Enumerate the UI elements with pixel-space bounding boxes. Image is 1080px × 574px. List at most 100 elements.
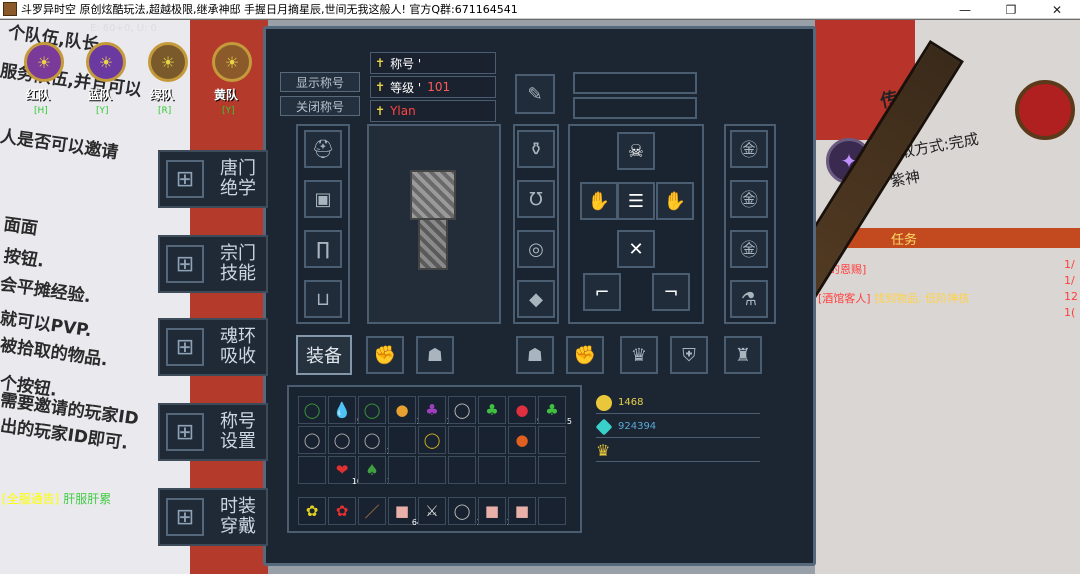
right-arm-bone-slot-icon[interactable]: ✋ [656, 182, 694, 220]
helmet-slot-icon[interactable]: ⛑ [304, 130, 342, 168]
hotbar-slot[interactable] [538, 497, 566, 525]
boots-slot-icon[interactable]: ⊔ [304, 280, 342, 318]
potion-icon: 💧 [332, 401, 352, 419]
inventory-slot[interactable] [388, 426, 416, 454]
inventory-slot[interactable] [538, 426, 566, 454]
side-menu-button[interactable]: ⊞ 宗门 技能 [158, 235, 268, 293]
crown-icon: ♛ [596, 441, 611, 460]
title-row: ✝ 称号 ' [370, 52, 496, 74]
token-slot-3-icon[interactable]: ㊎ [730, 230, 768, 268]
gold-value: 1468 [618, 397, 644, 408]
crown-slot-icon[interactable]: ♛ [620, 336, 658, 374]
inventory-slot[interactable]: ♣ [478, 396, 506, 424]
inventory-slot[interactable] [508, 456, 536, 484]
inventory-slot[interactable]: ◯ [418, 426, 446, 454]
inventory-slot[interactable]: ● [508, 426, 536, 454]
side-menu-button[interactable]: ⊞ 时装 穿戴 [158, 488, 268, 546]
level-row: ✝ 等级 ' 101 [370, 76, 496, 98]
inventory-slot[interactable] [298, 456, 326, 484]
left-arm-bone-slot-icon[interactable]: ✋ [580, 182, 618, 220]
scepter-gem-icon [1015, 80, 1075, 140]
chestplate-slot-icon[interactable]: ▣ [304, 180, 342, 218]
inventory-slot[interactable]: 💧5 [328, 396, 362, 426]
inventory-slot[interactable] [538, 456, 566, 484]
robe-slot-icon[interactable]: ♜ [724, 336, 762, 374]
inventory-slot[interactable]: ♠3 [358, 456, 392, 486]
show-title-button[interactable]: 显示称号 [280, 72, 360, 92]
inventory-slot[interactable]: ♣ 5 [538, 396, 572, 426]
player-model-torso [410, 170, 456, 220]
torso-bone-slot-icon[interactable]: ☰ [617, 182, 655, 220]
info-box-1 [573, 72, 697, 94]
inventory-slot[interactable]: ◯ [298, 396, 326, 424]
hotbar-slot[interactable]: ■ 64 [388, 497, 422, 527]
inventory-slot[interactable] [478, 456, 506, 484]
token-slot-1-icon[interactable]: ㊎ [730, 130, 768, 168]
team-badge-icon[interactable]: ☀ [86, 42, 126, 82]
inventory-slot[interactable]: ♣2 [418, 396, 452, 426]
team-badge-icon[interactable]: ☀ [24, 42, 64, 82]
hotbar-slot[interactable]: ◯2 [448, 497, 482, 527]
flask-slot-icon[interactable]: ⚗ [730, 280, 768, 318]
title-star-icon: ✝ [375, 56, 386, 70]
pelvis-bone-slot-icon[interactable]: ✕ [617, 230, 655, 268]
heart-box-icon: ❤ [335, 461, 349, 479]
inventory-slot[interactable]: ◯ [448, 396, 476, 424]
fist-slot-icon[interactable]: ✊ [366, 336, 404, 374]
hotbar-slot[interactable]: ／ [358, 497, 386, 525]
berry-icon: ● [515, 401, 529, 419]
quest-progress-count: 1/ [1064, 258, 1075, 271]
plus-square-icon: ⊞ [166, 245, 204, 283]
syringe-slot-icon[interactable]: ✎ [515, 74, 555, 114]
window-title: 斗罗异时空 原创炫酷玩法,超越极限,继承神邸 手握日月摘星辰,世间无我这般人! … [21, 3, 518, 16]
inventory-slot[interactable]: ●5 [508, 396, 542, 426]
leggings-slot-icon[interactable]: ∏ [304, 230, 342, 268]
mask-slot-icon[interactable]: ☗ [416, 336, 454, 374]
level-value: 101 [427, 80, 451, 94]
team-badge-icon[interactable]: ☀ [148, 42, 188, 82]
hotbar-slot[interactable]: ■2 [478, 497, 512, 527]
side-menu-button[interactable]: ⊞ 魂环 吸收 [158, 318, 268, 376]
gauntlet-slot-icon[interactable]: ✊ [566, 336, 604, 374]
clover-icon: ♣ [485, 401, 499, 419]
ring-icon: ◯ [303, 431, 321, 449]
inventory-slot[interactable]: ◯ [358, 396, 386, 424]
token-slot-2-icon[interactable]: ㊎ [730, 180, 768, 218]
inventory-slot[interactable]: ❤ 10 [328, 456, 362, 486]
inventory-slot[interactable]: ◯ [328, 426, 356, 454]
skull-slot-icon[interactable]: ☠ [617, 132, 655, 170]
hotbar-slot[interactable]: ⚔ [418, 497, 446, 525]
right-leg-bone-slot-icon[interactable]: ¬ [652, 273, 690, 311]
hotbar-slot[interactable]: ✿ [328, 497, 356, 525]
chat-broadcast: [全服通告] 肝服肝累 [2, 490, 111, 507]
team-label: 绿队 [150, 88, 175, 102]
inventory-slot[interactable] [478, 426, 506, 454]
inventory-slot[interactable] [388, 456, 416, 484]
close-button[interactable]: ✕ [1034, 0, 1080, 19]
flower-icon: ✿ [305, 502, 319, 520]
hood-slot-icon[interactable]: ☗ [516, 336, 554, 374]
gem-slot-icon[interactable]: ◆ [517, 280, 555, 318]
ring-icon: ◯ [453, 502, 471, 520]
side-menu-button[interactable]: ⊞ 称号 设置 [158, 403, 268, 461]
minimize-button[interactable]: — [942, 0, 988, 19]
maximize-button[interactable]: ❐ [988, 0, 1034, 19]
hotbar-slot[interactable]: ✿ [298, 497, 326, 525]
side-menu-button[interactable]: ⊞ 唐门 绝学 [158, 150, 268, 208]
inventory-slot[interactable]: ●2 [388, 396, 422, 426]
hide-title-button[interactable]: 关闭称号 [280, 96, 360, 116]
necklace-slot-icon[interactable]: ℧ [517, 180, 555, 218]
inventory-slot[interactable] [448, 426, 476, 454]
team-badge-icon[interactable]: ☀ [212, 42, 252, 82]
inventory-slot[interactable]: ◯ [298, 426, 326, 454]
inventory-slot[interactable] [448, 456, 476, 484]
bracelet-slot-icon[interactable]: ◎ [517, 230, 555, 268]
hotbar-slot[interactable]: ■ [508, 497, 536, 525]
left-leg-bone-slot-icon[interactable]: ⌐ [583, 273, 621, 311]
equipment-tab[interactable]: 装备 [296, 335, 352, 375]
inventory-slot[interactable]: ◯2 [358, 426, 392, 456]
team-hotkey: [H] [34, 106, 48, 116]
bottle-slot-icon[interactable]: ⚱ [517, 130, 555, 168]
shield-slot-icon[interactable]: ⛨ [670, 336, 708, 374]
inventory-slot[interactable] [418, 456, 446, 484]
